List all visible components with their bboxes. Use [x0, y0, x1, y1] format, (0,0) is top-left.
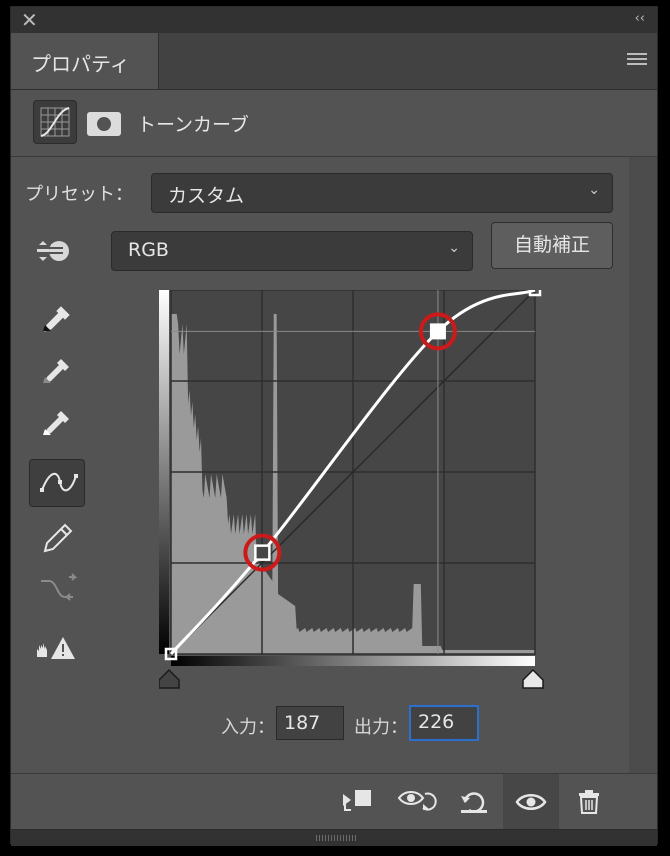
curve-point-selected[interactable]	[429, 323, 446, 340]
reset-button[interactable]	[447, 774, 503, 830]
eyedropper-black-icon	[43, 306, 70, 332]
input-gradient-bar	[171, 656, 535, 666]
output-value-field[interactable]: 226	[409, 705, 479, 741]
smooth-curve-tool	[29, 565, 85, 613]
clipping-warning-tool[interactable]	[29, 623, 85, 671]
trash-icon	[579, 790, 599, 814]
gray-point-eyedropper[interactable]	[29, 347, 85, 395]
chevron-down-icon: ⌄	[588, 182, 600, 198]
adjustment-title: トーンカーブ	[137, 114, 249, 136]
black-point-slider[interactable]	[158, 668, 180, 689]
eyedropper-gray-icon	[43, 359, 69, 383]
white-point-eyedropper[interactable]	[29, 399, 85, 447]
collapse-icon[interactable]: ‹‹	[635, 11, 645, 26]
layer-mask-icon[interactable]	[87, 112, 121, 136]
tab-label: プロパティ	[31, 52, 130, 76]
chevron-down-icon: ⌄	[448, 240, 460, 256]
output-label: 出力：	[354, 717, 408, 738]
target-adjust-tool[interactable]	[29, 231, 85, 279]
curve-points-icon	[40, 472, 78, 492]
properties-panel: ✕ ‹‹ プロパティ トーンカーブ プリセット： カスタム ⌄ RGB ⌄ 自動…	[10, 6, 658, 846]
close-icon[interactable]: ✕	[21, 10, 38, 30]
view-previous-state-icon	[397, 791, 437, 811]
input-label: 入力：	[221, 717, 275, 738]
preset-label: プリセット：	[25, 184, 133, 205]
panel-titlebar: ✕ ‹‹	[11, 7, 657, 33]
smooth-arrows-icon	[41, 573, 78, 601]
output-gradient-bar	[159, 290, 169, 654]
edit-points-curve-tool[interactable]	[29, 459, 85, 507]
visibility-toggle-button[interactable]	[503, 774, 559, 830]
curve-point[interactable]	[254, 544, 271, 561]
pencil-draw-tool[interactable]	[29, 515, 85, 563]
panel-footer	[11, 773, 657, 830]
preset-value: カスタム	[168, 185, 245, 207]
visibility-icon	[515, 794, 547, 810]
preset-select[interactable]: カスタム ⌄	[151, 173, 613, 213]
black-point-eyedropper[interactable]	[29, 295, 85, 343]
curves-controls: プリセット： カスタム ⌄ RGB ⌄ 自動補正 入力： 187 出力： 226	[11, 157, 629, 773]
input-value-field[interactable]: 187	[276, 706, 344, 740]
scrollbar[interactable]	[629, 157, 657, 773]
auto-button[interactable]: 自動補正	[491, 222, 613, 269]
pencil-icon	[43, 523, 73, 553]
tab-properties[interactable]: プロパティ	[11, 33, 159, 89]
curves-graph[interactable]	[158, 283, 559, 704]
channel-value: RGB	[128, 239, 169, 261]
resize-grip-icon[interactable]	[316, 835, 356, 841]
panel-menu-icon[interactable]	[627, 53, 647, 67]
clip-to-layer-button[interactable]	[331, 774, 387, 830]
delete-button[interactable]	[561, 774, 617, 830]
resize-strip[interactable]	[11, 829, 657, 846]
view-previous-button[interactable]	[389, 774, 445, 830]
clip-to-layer-icon	[343, 790, 371, 811]
hand-target-icon	[37, 241, 69, 261]
channel-select[interactable]: RGB ⌄	[111, 231, 473, 271]
reset-icon	[461, 792, 487, 813]
white-point-slider[interactable]	[522, 668, 544, 689]
adjustment-header: トーンカーブ	[11, 90, 657, 157]
eyedropper-white-icon	[43, 411, 69, 435]
tab-row: プロパティ	[11, 33, 657, 90]
histogram-warning-icon	[37, 637, 75, 659]
curves-adjustment-icon[interactable]	[33, 100, 77, 144]
